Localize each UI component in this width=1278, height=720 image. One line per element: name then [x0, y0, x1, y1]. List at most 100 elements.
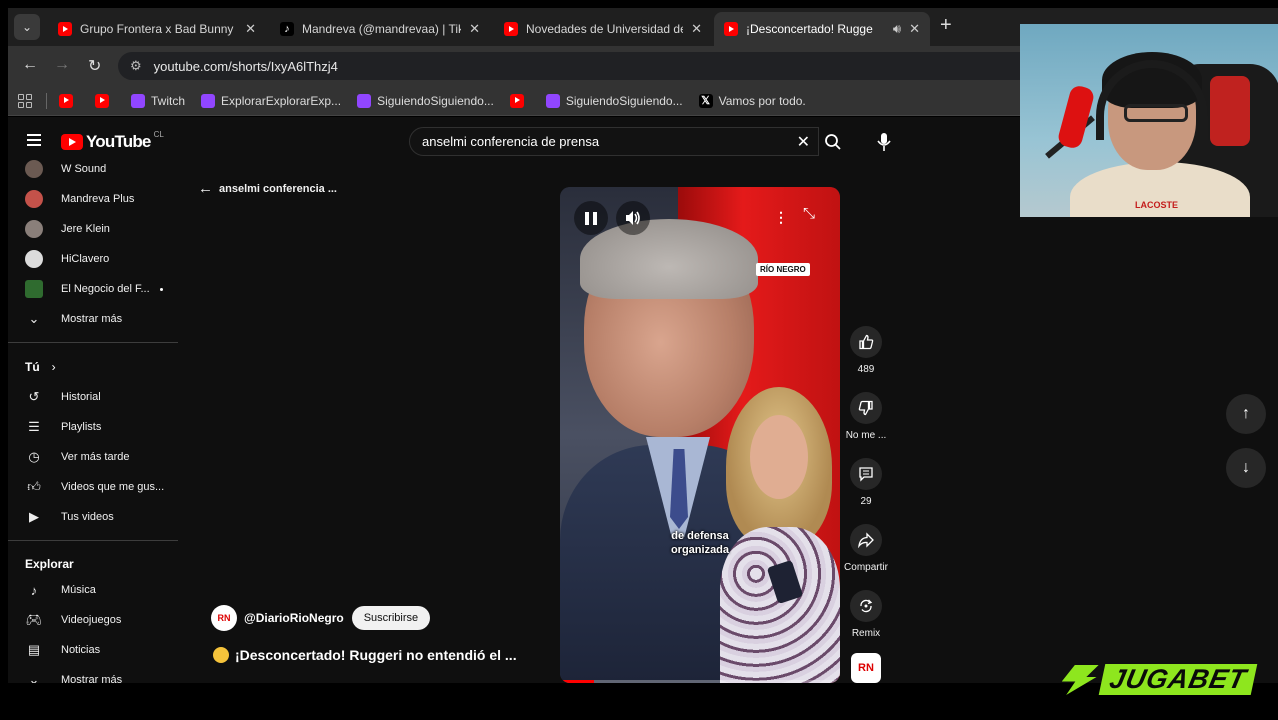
menu-icon[interactable]: [27, 134, 41, 146]
next-video-button[interactable]: ↓: [1226, 448, 1266, 488]
show-more-subscriptions[interactable]: ⌄ Mostrar más: [25, 306, 123, 332]
avatar: [25, 250, 43, 268]
search-button[interactable]: [818, 127, 848, 156]
sidebar-item-liked-videos[interactable]: 👍︎ Videos que me gus...: [25, 474, 164, 500]
bookmark-youtube-2[interactable]: [95, 93, 115, 108]
tab-grupo-frontera[interactable]: Grupo Frontera x Bad Bunny - L ✕: [48, 12, 266, 46]
back-arrow-icon[interactable]: ←: [22, 56, 38, 74]
youtube-icon: [95, 93, 109, 108]
sidebar-item-historial[interactable]: ↺ Historial: [25, 384, 101, 410]
chevron-right-icon: ›: [51, 360, 56, 374]
volume-button[interactable]: [616, 201, 650, 235]
like-button[interactable]: 489: [848, 326, 884, 375]
sidebar-item-playlists[interactable]: ☰ Playlists: [25, 414, 101, 440]
youtube-logo[interactable]: YouTube CL: [61, 129, 164, 152]
voice-search-button[interactable]: [866, 127, 902, 156]
reload-icon[interactable]: ↻: [88, 56, 101, 76]
you-section-heading[interactable]: Tú ›: [25, 360, 56, 374]
youtube-play-icon: [61, 134, 83, 150]
close-icon[interactable]: ✕: [909, 21, 920, 37]
close-icon[interactable]: ✕: [691, 21, 702, 37]
sidebar-item-musica[interactable]: ♪ Música: [25, 577, 96, 603]
back-label: anselmi conferencia ...: [219, 182, 337, 195]
bookmark-label: Vamos por todo.: [718, 93, 806, 108]
share-icon: [858, 532, 874, 548]
sidebar-item-videojuegos[interactable]: 🎮︎ Videojuegos: [25, 607, 122, 633]
sidebar-item-label: Música: [61, 584, 96, 596]
twitch-icon: [201, 93, 216, 108]
sidebar-item-noticias[interactable]: ▤ Noticias: [25, 637, 100, 663]
fullscreen-icon[interactable]: ⤡: [803, 205, 815, 222]
sponsor-text-right: BET: [1185, 664, 1250, 694]
divider: [46, 92, 47, 109]
chevron-down-icon: ⌄: [28, 311, 40, 326]
tab-title: Novedades de Universidad de C: [526, 22, 684, 36]
avatar: [25, 220, 43, 238]
tab-novedades[interactable]: Novedades de Universidad de C ✕: [494, 12, 712, 46]
twitch-icon: [357, 93, 372, 108]
video-subtitle: de defensa organizada: [670, 530, 730, 556]
shorts-player[interactable]: RÍO NEGRO de defensa organizada ⋮ ⤡: [560, 187, 840, 683]
dislike-button[interactable]: No me ...: [846, 392, 886, 441]
sidebar-item-label: Ver más tarde: [61, 451, 130, 463]
previous-video-button[interactable]: ↑: [1226, 394, 1266, 434]
divider: [8, 540, 178, 541]
bookmark-youtube-3[interactable]: [509, 93, 530, 108]
site-settings-icon[interactable]: ⚙: [130, 58, 142, 74]
bookmark-label: SiguiendoSiguiendo...: [565, 93, 683, 108]
pause-button[interactable]: [574, 201, 608, 235]
sidebar-item-label: Mostrar más: [61, 313, 123, 325]
twitch-icon: [131, 93, 145, 108]
sponsor-text-left: JUGA: [1106, 664, 1193, 694]
sidebar-item-w-sound[interactable]: W Sound: [25, 156, 106, 182]
apps-grid-icon[interactable]: [18, 93, 32, 108]
new-tab-button[interactable]: +: [940, 14, 952, 37]
bookmark-explorar[interactable]: ExplorarExplorarExp...: [201, 93, 341, 108]
more-options-icon[interactable]: ⋮: [774, 209, 788, 226]
close-icon[interactable]: ✕: [469, 21, 480, 37]
search-input[interactable]: anselmi conferencia de prensa ✕: [409, 127, 819, 156]
tab-search-button[interactable]: ⌄: [14, 14, 40, 40]
channel-thumbnail[interactable]: RN: [851, 653, 881, 683]
like-count: 489: [857, 364, 875, 375]
video-person-hair: [580, 219, 758, 299]
share-button[interactable]: Compartir: [844, 524, 888, 573]
lightning-bolt-icon: [1059, 665, 1098, 695]
sidebar-item-label: Noticias: [61, 644, 101, 656]
bookmark-siguiendo-2[interactable]: SiguiendoSiguiendo...: [545, 93, 683, 108]
forward-arrow-icon[interactable]: →: [54, 56, 70, 74]
channel-handle[interactable]: @DiarioRioNegro: [244, 611, 344, 625]
sidebar-item-mandreva-plus[interactable]: Mandreva Plus: [25, 186, 134, 212]
address-bar[interactable]: ⚙ youtube.com/shorts/IxyA6lThzj4: [118, 52, 1058, 80]
video-title[interactable]: ¡Desconcertado! Ruggeri no entendió el .…: [213, 647, 517, 663]
bookmark-twitch[interactable]: Twitch: [131, 93, 185, 108]
bookmark-vamos[interactable]: 𝕏 Vamos por todo.: [698, 93, 806, 108]
sidebar-item-ver-mas-tarde[interactable]: ◷ Ver más tarde: [25, 444, 129, 470]
close-icon[interactable]: ✕: [245, 21, 256, 37]
sidebar-item-jere-klein[interactable]: Jere Klein: [25, 216, 110, 242]
channel-avatar[interactable]: RN: [211, 605, 237, 631]
back-to-search[interactable]: ← anselmi conferencia ...: [198, 180, 337, 197]
tab-desconcertado[interactable]: ¡Desconcertado! Rugge 🔊︎ ✕: [714, 12, 930, 46]
tab-title: ¡Desconcertado! Rugge: [746, 22, 873, 36]
progress-bar[interactable]: [560, 680, 840, 683]
speaker-icon[interactable]: 🔊︎: [893, 21, 901, 37]
logo-text: YouTube: [86, 132, 151, 151]
sidebar-item-tus-videos[interactable]: ▶ Tus videos: [25, 504, 114, 530]
comments-button[interactable]: 29: [848, 458, 884, 507]
sidebar-item-el-negocio[interactable]: El Negocio del F...: [25, 276, 163, 302]
clear-icon[interactable]: ✕: [797, 132, 810, 152]
sidebar-item-hiclavero[interactable]: HiClavero: [25, 246, 109, 272]
remix-button[interactable]: Remix: [848, 590, 884, 639]
new-content-dot: [159, 287, 163, 291]
bookmark-siguiendo-1[interactable]: SiguiendoSiguiendo...: [357, 93, 494, 108]
gaming-chair-accent: [1210, 76, 1250, 146]
tab-mandreva-tiktok[interactable]: ♪ Mandreva (@mandrevaa) | TikTo ✕: [270, 12, 490, 46]
sidebar-item-mostrar-mas[interactable]: ⌄ Mostrar más: [25, 667, 123, 683]
subscribe-button[interactable]: Suscribirse: [351, 606, 431, 630]
country-code: CL: [153, 129, 164, 139]
progress-fill: [560, 680, 594, 683]
bookmark-youtube-1[interactable]: [59, 93, 79, 108]
remix-label: Remix: [851, 628, 881, 639]
youtube-icon: [58, 22, 72, 36]
